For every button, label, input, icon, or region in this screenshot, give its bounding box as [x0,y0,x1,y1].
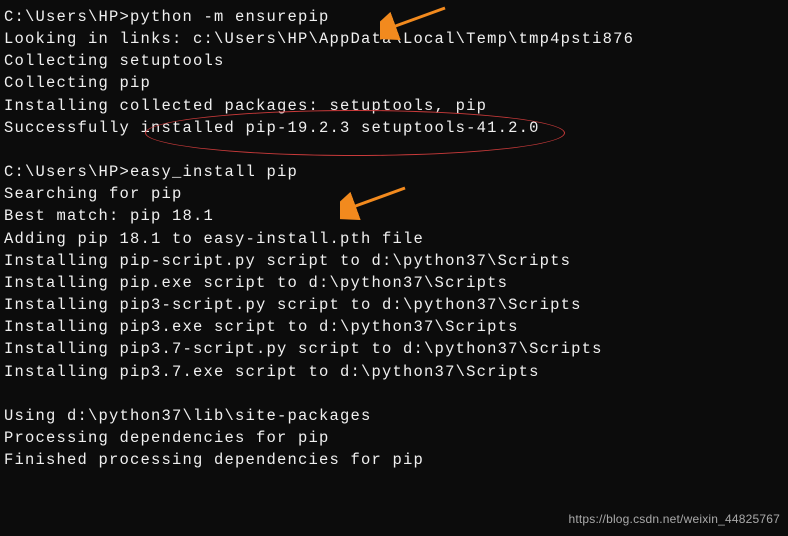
terminal-output-line: Best match: pip 18.1 [4,205,784,227]
terminal-output-line: Looking in links: c:\Users\HP\AppData\Lo… [4,28,784,50]
command: python -m ensurepip [130,8,330,26]
terminal-command-line: C:\Users\HP>easy_install pip [4,161,784,183]
terminal-output-line: Collecting setuptools [4,50,784,72]
terminal-output-line: Installing pip3.exe script to d:\python3… [4,316,784,338]
terminal-command-line: C:\Users\HP>python -m ensurepip [4,6,784,28]
terminal-output-line [4,383,784,405]
terminal-output-line: Processing dependencies for pip [4,427,784,449]
terminal-output-line: Searching for pip [4,183,784,205]
terminal-output-line: Installing pip-script.py script to d:\py… [4,250,784,272]
terminal-output: C:\Users\HP>python -m ensurepipLooking i… [4,6,784,471]
terminal-output-line: Installing pip3.7-script.py script to d:… [4,338,784,360]
terminal-output-line: Using d:\python37\lib\site-packages [4,405,784,427]
terminal-output-line: Installing pip3.7.exe script to d:\pytho… [4,361,784,383]
terminal-output-line: Installing pip.exe script to d:\python37… [4,272,784,294]
terminal-output-line: Finished processing dependencies for pip [4,449,784,471]
terminal-output-line: Installing collected packages: setuptool… [4,95,784,117]
watermark: https://blog.csdn.net/weixin_44825767 [568,511,780,528]
command: easy_install pip [130,163,298,181]
prompt: C:\Users\HP> [4,163,130,181]
terminal-output-line: Installing pip3-script.py script to d:\p… [4,294,784,316]
prompt: C:\Users\HP> [4,8,130,26]
terminal-output-line: Adding pip 18.1 to easy-install.pth file [4,228,784,250]
terminal-output-line: Collecting pip [4,72,784,94]
terminal-output-line: Successfully installed pip-19.2.3 setupt… [4,117,784,139]
terminal-output-line [4,139,784,161]
